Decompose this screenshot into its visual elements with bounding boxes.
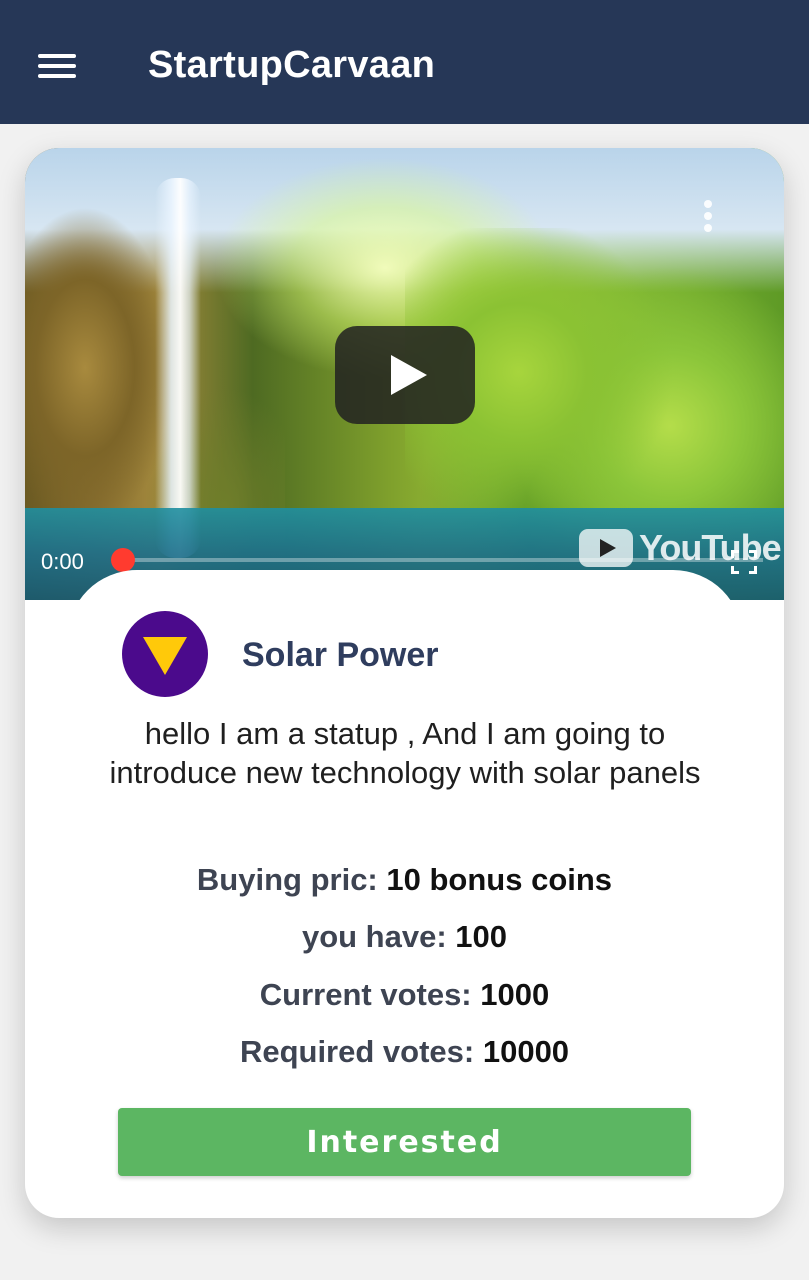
fullscreen-icon[interactable] <box>731 550 757 574</box>
balance-label: you have: <box>301 919 447 954</box>
app-bar: StartupCarvaan <box>0 0 809 124</box>
current-votes-label: Current votes: <box>259 977 472 1012</box>
video-player[interactable]: 0:00 YouTube <box>25 148 784 600</box>
buying-price-label: Buying pric: <box>196 862 378 897</box>
down-triangle-logo-icon <box>122 611 208 697</box>
buying-price-row: Buying pric: 10 bonus coins <box>25 862 784 898</box>
video-thumbnail-waterfall <box>155 178 201 558</box>
current-votes-value: 1000 <box>480 977 550 1012</box>
current-votes-row: Current votes: 1000 <box>25 977 784 1013</box>
app-title: StartupCarvaan <box>148 44 436 86</box>
balance-value: 100 <box>455 919 508 954</box>
startup-name: Solar Power <box>242 636 439 674</box>
play-icon[interactable] <box>335 326 475 424</box>
youtube-logo-text: YouTube <box>639 527 782 568</box>
balance-row: you have: 100 <box>25 919 784 955</box>
video-progress-knob[interactable] <box>111 548 135 572</box>
buying-price-value: 10 bonus coins <box>386 862 613 897</box>
required-votes-row: Required votes: 10000 <box>25 1034 784 1070</box>
interested-button[interactable]: Interested <box>118 1108 691 1176</box>
video-time: 0:00 <box>41 549 84 574</box>
hamburger-menu-icon[interactable] <box>38 52 78 82</box>
more-vert-icon[interactable] <box>701 200 715 236</box>
required-votes-label: Required votes: <box>239 1034 475 1069</box>
startup-card: 0:00 YouTube Solar Power hello I am a st… <box>25 148 784 1218</box>
startup-description: hello I am a statup , And I am going to … <box>109 716 701 790</box>
required-votes-value: 10000 <box>482 1034 570 1069</box>
